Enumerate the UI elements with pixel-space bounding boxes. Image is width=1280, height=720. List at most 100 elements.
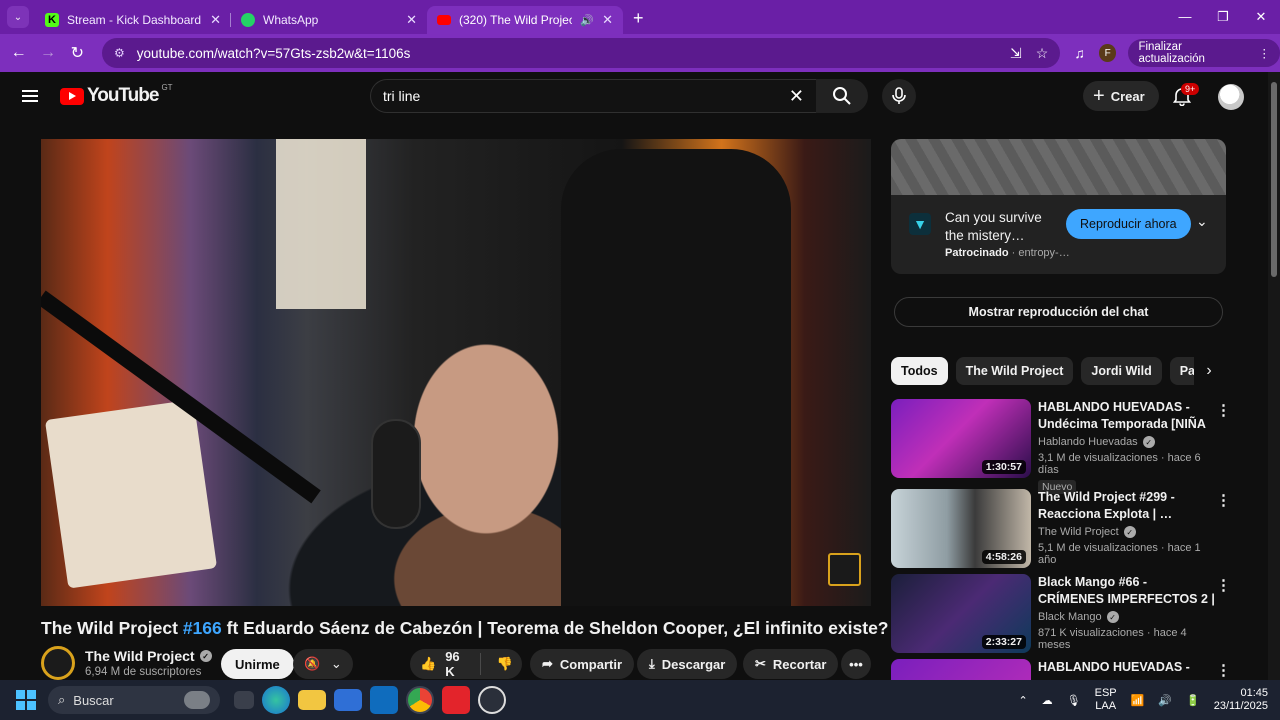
chrome-icon[interactable] — [406, 686, 434, 714]
onedrive-icon[interactable]: ☁ — [1042, 694, 1053, 707]
sponsored-ad-card[interactable]: ▼ Can you survive the mistery… Patrocina… — [891, 139, 1226, 274]
clear-search-icon[interactable]: ✕ — [789, 86, 804, 107]
channel-name[interactable]: The Wild Project ✓ — [85, 648, 212, 664]
browser-tab-youtube[interactable]: (320) The Wild Project #166 🔊 ✕ — [427, 6, 623, 34]
notifications-button[interactable]: 9+ — [1170, 83, 1200, 108]
wifi-icon[interactable]: 📶 — [1131, 694, 1145, 707]
maximize-icon[interactable]: ❐ — [1204, 0, 1242, 34]
volume-icon[interactable]: 🔊 — [1158, 694, 1172, 707]
channel-avatar[interactable] — [41, 646, 75, 680]
more-vertical-icon[interactable]: ⋮ — [1216, 661, 1231, 679]
chevron-right-icon[interactable]: › — [1194, 357, 1224, 385]
filter-chips: Todos The Wild Project Jordi Wild Para t… — [891, 357, 1221, 385]
related-channel[interactable]: The Wild Project ✓ — [1038, 526, 1216, 538]
related-channel[interactable]: Black Mango ✓ — [1038, 611, 1216, 623]
audio-playing-icon[interactable]: 🔊 — [580, 14, 594, 27]
more-vertical-icon[interactable]: ⋮ — [1216, 576, 1231, 594]
video-thumbnail[interactable]: 1:30:57 — [891, 399, 1031, 478]
download-button[interactable]: ⤓ Descargar — [637, 649, 738, 679]
chip-jordi-wild[interactable]: Jordi Wild — [1081, 357, 1162, 385]
new-tab-icon[interactable]: + — [633, 8, 644, 29]
media-control-icon[interactable]: ♫ — [1074, 45, 1085, 61]
edge-icon[interactable] — [262, 686, 290, 714]
hamburger-menu-icon[interactable] — [22, 90, 38, 102]
bell-off-icon: 🔕 — [304, 656, 321, 671]
hashtag-link[interactable]: #166 — [183, 618, 222, 638]
chevron-up-icon[interactable]: ⌃ — [1018, 694, 1027, 707]
search-button[interactable] — [816, 79, 868, 113]
microphone-icon[interactable]: 🎙 — [1067, 694, 1081, 707]
file-explorer-icon[interactable] — [298, 690, 326, 710]
app-red-icon[interactable] — [442, 686, 470, 714]
minimize-icon[interactable]: — — [1166, 0, 1204, 34]
address-bar[interactable]: ⚙ youtube.com/watch?v=57Gts-zsb2w&t=1106… — [101, 38, 1061, 68]
related-title[interactable]: The Wild Project #299 - Reacciona Explot… — [1038, 489, 1216, 523]
reload-icon[interactable]: ↻ — [63, 43, 92, 63]
share-button[interactable]: ➦ Compartir — [530, 649, 635, 679]
dislike-button[interactable]: 👎 — [488, 656, 522, 672]
related-video[interactable]: 4:58:26 The Wild Project #299 - Reaccion… — [891, 489, 1231, 569]
close-window-icon[interactable]: ✕ — [1242, 0, 1280, 34]
chip-the-wild-project[interactable]: The Wild Project — [955, 357, 1074, 385]
whatsapp-favicon-icon — [241, 13, 255, 27]
outlook-icon[interactable] — [370, 686, 398, 714]
play-now-button[interactable]: Reproducir ahora — [1066, 209, 1191, 239]
youtube-logo[interactable]: YouTube GT — [60, 83, 173, 107]
video-thumbnail[interactable] — [891, 659, 1031, 680]
more-menu-icon[interactable]: ⋮ — [1259, 46, 1271, 60]
taskbar-search[interactable]: ⌕ Buscar — [48, 686, 220, 714]
account-avatar[interactable] — [1218, 84, 1244, 110]
bookmark-star-icon[interactable]: ☆ — [1036, 45, 1049, 62]
related-title[interactable]: HABLANDO HUEVADAS - Undécima Temporada [… — [1038, 399, 1216, 433]
chevron-down-icon[interactable]: ⌄ — [1196, 213, 1208, 230]
more-vertical-icon[interactable]: ⋮ — [1216, 491, 1231, 509]
subscription-notifications-button[interactable]: 🔕 ⌄ — [293, 649, 353, 679]
chip-all[interactable]: Todos — [891, 357, 948, 385]
channel-watermark-icon[interactable] — [828, 553, 861, 586]
close-tab-icon[interactable]: ✕ — [602, 12, 613, 28]
show-chat-replay-button[interactable]: Mostrar reproducción del chat — [894, 297, 1223, 327]
related-video[interactable]: HABLANDO HUEVADAS - ⋮ — [891, 659, 1231, 680]
related-title[interactable]: HABLANDO HUEVADAS - — [1038, 659, 1216, 676]
browser-tab-kick[interactable]: K Stream - Kick Dashboard ✕ — [35, 6, 231, 34]
related-video[interactable]: 2:33:27 Black Mango #66 - CRÍMENES IMPER… — [891, 574, 1231, 654]
search-input[interactable]: tri line ✕ — [370, 79, 816, 113]
input-language[interactable]: ESP LAA — [1095, 687, 1117, 713]
back-icon[interactable]: ← — [4, 44, 33, 62]
windows-start-icon[interactable] — [16, 690, 36, 710]
verified-check-icon: ✓ — [1142, 436, 1155, 448]
profile-avatar[interactable]: F — [1098, 44, 1117, 62]
install-app-icon[interactable]: ⇲ — [1010, 45, 1022, 62]
close-tab-icon[interactable]: ✕ — [406, 12, 417, 28]
clip-button[interactable]: ✂ Recortar — [743, 649, 839, 679]
forward-icon[interactable]: → — [33, 44, 62, 62]
taskbar-clock[interactable]: 01:45 23/11/2025 — [1214, 687, 1268, 713]
create-button[interactable]: + Crear — [1083, 81, 1159, 111]
plus-icon: + — [1093, 84, 1105, 107]
scrollbar-thumb[interactable] — [1271, 82, 1277, 277]
related-title[interactable]: Black Mango #66 - CRÍMENES IMPERFECTOS 2… — [1038, 574, 1216, 608]
tab-search-button[interactable]: ⌄ — [7, 6, 29, 28]
store-icon[interactable] — [334, 689, 362, 711]
related-video[interactable]: 1:30:57 HABLANDO HUEVADAS - Undécima Tem… — [891, 399, 1231, 494]
video-thumbnail[interactable]: 4:58:26 — [891, 489, 1031, 568]
video-thumbnail[interactable]: 2:33:27 — [891, 574, 1031, 653]
video-player[interactable] — [41, 139, 871, 606]
system-tray: ⌃ ☁ 🎙 ESP LAA 📶 🔊 🔋 01:45 23/11/2025 — [1018, 680, 1268, 720]
site-info-icon[interactable]: ⚙ — [114, 46, 125, 60]
battery-icon[interactable]: 🔋 — [1186, 694, 1200, 707]
task-view-icon[interactable] — [234, 691, 254, 709]
related-channel[interactable]: Hablando Huevadas ✓ — [1038, 436, 1216, 448]
join-button[interactable]: Unirme — [221, 649, 294, 679]
app-gauge-icon[interactable] — [478, 686, 506, 714]
like-button[interactable]: 👍 96 K — [410, 649, 481, 679]
more-vertical-icon[interactable]: ⋮ — [1216, 401, 1231, 419]
browser-tab-whatsapp[interactable]: WhatsApp ✕ — [231, 6, 427, 34]
page-scrollbar[interactable] — [1268, 72, 1280, 680]
close-tab-icon[interactable]: ✕ — [210, 12, 221, 28]
update-button[interactable]: Finalizar actualización ⋮ — [1128, 39, 1280, 67]
voice-search-button[interactable] — [882, 79, 916, 113]
ad-title[interactable]: Can you survive the mistery… — [945, 209, 1057, 245]
more-actions-button[interactable]: ••• — [841, 649, 871, 679]
taskbar-search-placeholder: Buscar — [73, 692, 114, 708]
